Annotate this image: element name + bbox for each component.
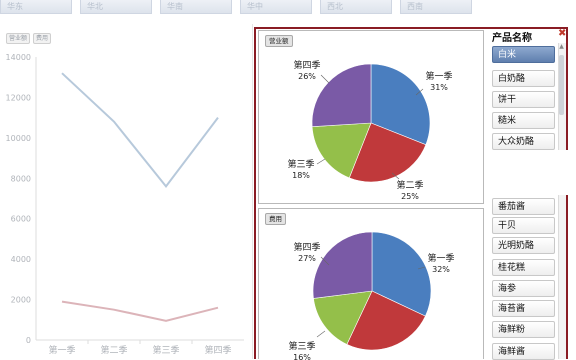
pie-label: 第三季 (288, 340, 315, 352)
pie-value-label: 31% (430, 83, 448, 92)
pie-value-label: 18% (292, 171, 310, 180)
region-tab-bar: 华东 华北 华南 华中 西北 西南 (0, 0, 576, 16)
pie-value-label: 27% (298, 254, 316, 263)
pie-label: 第一季 (425, 70, 452, 82)
pie-label: 第一季 (427, 252, 454, 264)
x-tick-label: 第一季 (48, 344, 75, 356)
pie-label: 第四季 (293, 241, 320, 253)
y-tick-label: 6000 (11, 215, 31, 224)
y-tick-label: 12000 (6, 93, 31, 102)
filter-item[interactable]: 大众奶酪 (492, 133, 555, 150)
line-chart: 0 2000 4000 6000 8000 10000 12000 14000 第一季 第二季 第三… (6, 53, 244, 356)
pie-value-label: 26% (298, 72, 316, 81)
revenue-pie-chart: 第一季31% 第二季25% 第三季18% 第四季26% (287, 59, 452, 201)
filter-item[interactable]: 海鲜酱 (492, 343, 555, 360)
filter-item[interactable]: 海苔酱 (492, 300, 555, 317)
filter-item[interactable]: 白奶酪 (492, 70, 555, 87)
pie-label: 第三季 (287, 158, 314, 170)
pie-label: 第二季 (396, 179, 423, 191)
filter-item[interactable]: 饼干 (492, 91, 555, 108)
x-tick-label: 第三季 (152, 344, 179, 356)
line-series-0[interactable] (61, 72, 219, 188)
pie-value-label: 25% (401, 192, 419, 201)
filter-item[interactable]: 光明奶酪 (492, 237, 555, 254)
filter-item[interactable]: 糙米 (492, 112, 555, 129)
x-tick-label: 第四季 (204, 344, 231, 356)
filter-item[interactable]: 海鲜粉 (492, 321, 555, 338)
filter-item[interactable]: 番茄酱 (492, 198, 555, 215)
y-tick-label: 8000 (11, 174, 31, 183)
cost-pie-panel: 费用 第一季 32% 第三季 16% 第四季 27% (258, 208, 484, 360)
pie-leader-line (316, 158, 326, 165)
line-chart-panel: 营业额 费用 0 2000 4000 6000 8000 10000 12000 14000 第… (0, 24, 253, 359)
region-tab[interactable]: 华中 (240, 0, 312, 14)
y-tick-label: 14000 (6, 53, 31, 62)
region-tab[interactable]: 华南 (160, 0, 232, 14)
filter-item[interactable]: 干贝 (492, 217, 555, 234)
line-series-1[interactable] (61, 300, 219, 322)
scroll-up-arrow-icon[interactable]: ▲ (558, 43, 565, 51)
filter-item[interactable]: 海参 (492, 280, 555, 297)
blank-area (484, 150, 576, 195)
pie-leader-line (316, 330, 326, 338)
pie-value-label: 32% (432, 265, 450, 274)
filter-title: 产品名称 (492, 33, 532, 44)
region-tab[interactable]: 华北 (80, 0, 152, 14)
x-tick-label: 第二季 (100, 344, 127, 356)
scrollbar-thumb[interactable] (559, 55, 564, 115)
pie-leader-line (320, 74, 330, 84)
pie-slice-3[interactable] (312, 231, 373, 299)
filter-item[interactable]: 桂花糕 (492, 259, 555, 276)
y-tick-label: 4000 (11, 255, 31, 264)
pie-slice-3[interactable] (311, 63, 372, 128)
y-tick-label: 2000 (11, 296, 31, 305)
region-tab[interactable]: 华东 (0, 0, 72, 14)
clear-filter-icon[interactable]: ✖ (558, 28, 566, 39)
region-tab[interactable]: 西南 (400, 0, 472, 14)
y-tick-label: 10000 (6, 134, 31, 143)
filter-item[interactable]: 白米 (492, 46, 555, 63)
revenue-pie-panel: 营业额 第一季 31% 第二季 25% 第三季 18% 第四季 26% (258, 30, 484, 204)
pie-label: 第四季 (293, 59, 320, 71)
y-tick-label: 0 (26, 336, 31, 345)
cost-pie-chart: 第一季32%第三季16%第四季27% (288, 231, 455, 360)
region-tab[interactable]: 西北 (320, 0, 392, 14)
